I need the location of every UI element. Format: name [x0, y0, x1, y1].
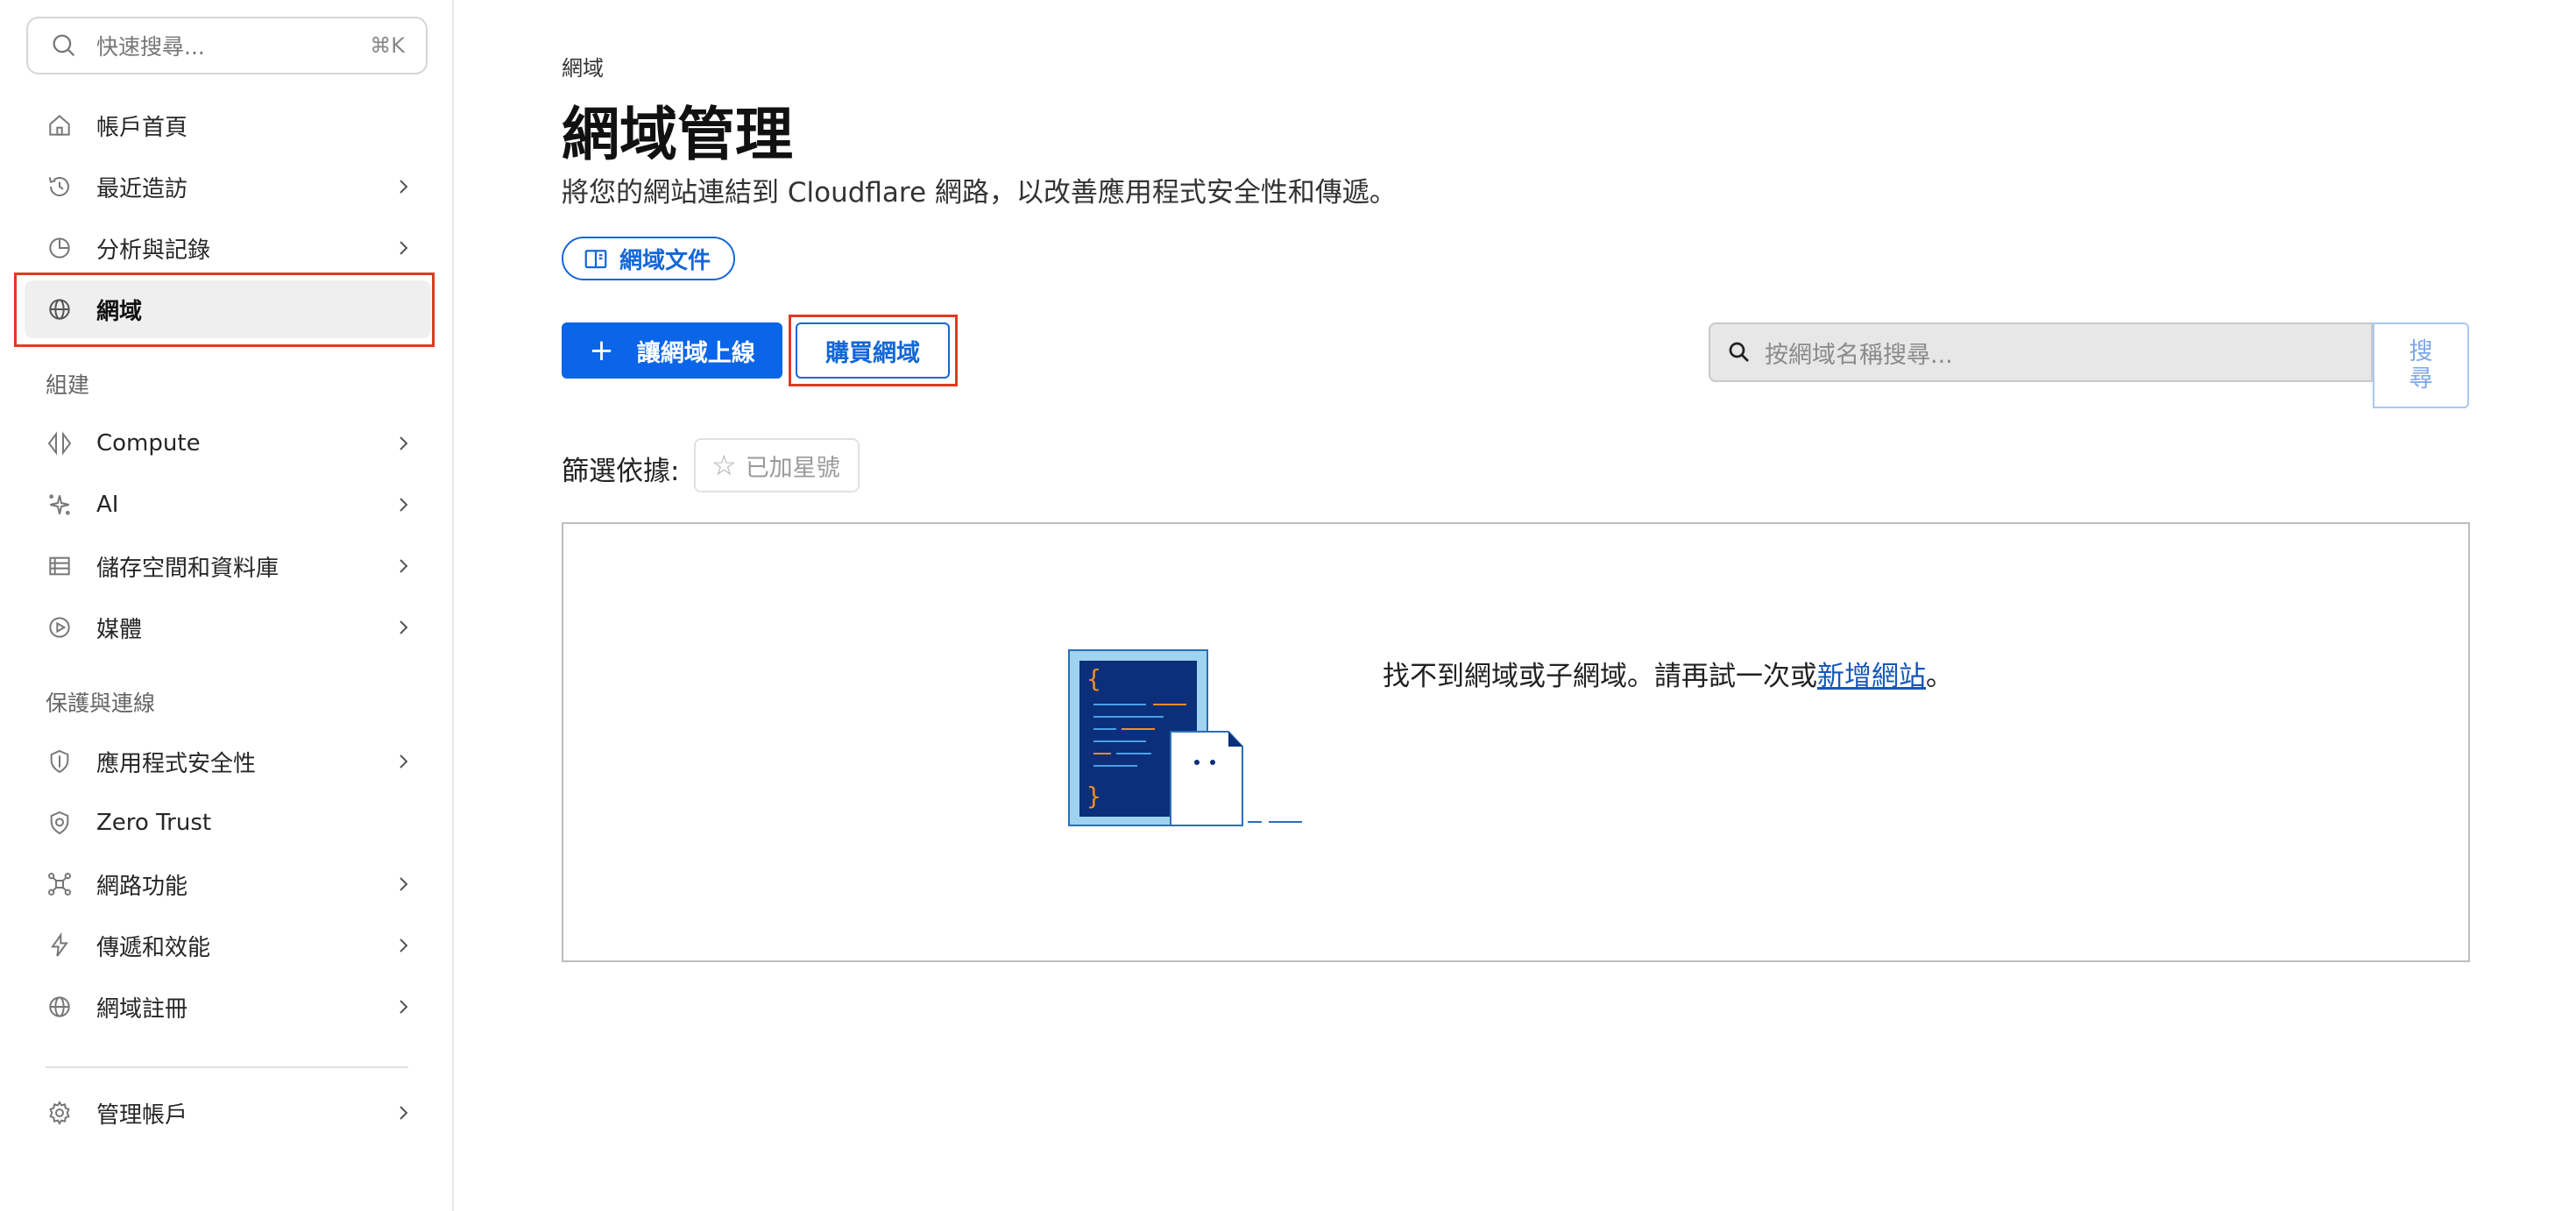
buy-domain-button[interactable]: 購買網域 — [796, 322, 950, 379]
home-icon — [49, 115, 70, 136]
domain-docs-button[interactable]: 網域文件 — [562, 237, 736, 280]
sidebar-item-registrar[interactable]: 網域註冊 — [25, 978, 431, 1036]
page-title: 網域管理 — [562, 101, 793, 168]
sidebar-item-label: 分析與記錄 — [96, 237, 211, 264]
pie-chart-icon — [49, 237, 70, 258]
search-submit-label-2: 尋 — [2409, 365, 2433, 393]
plus-icon: + — [589, 333, 614, 368]
star-icon: ☆ — [711, 449, 737, 482]
sidebar-item-label: 媒體 — [96, 616, 143, 643]
search-submit-button[interactable]: 搜 尋 — [2373, 322, 2469, 408]
database-icon — [49, 556, 70, 576]
sidebar-item-media[interactable]: 媒體 — [25, 598, 431, 656]
empty-state-message: 找不到網域或子網域。請再試一次或新增網站。 — [1383, 654, 1953, 693]
history-icon — [48, 177, 69, 196]
breadcrumb[interactable]: 網域 — [562, 51, 604, 81]
sidebar-divider — [46, 1066, 408, 1068]
sidebar-item-recent[interactable]: 最近造訪 — [25, 158, 431, 216]
domain-search-placeholder: 按網域名稱搜尋... — [1765, 341, 1953, 369]
sidebar-item-label: 最近造訪 — [96, 175, 188, 202]
play-icon — [49, 617, 70, 638]
chevron-right-icon — [400, 877, 408, 891]
empty-state-text: 找不到網域或子網域。請再試一次或 — [1383, 661, 1817, 692]
starred-filter-chip[interactable]: ☆ 已加星號 — [694, 438, 860, 492]
sidebar-item-storage[interactable]: 儲存空間和資料庫 — [25, 537, 431, 595]
chevron-right-icon — [400, 938, 408, 953]
sidebar-item-label: Compute — [96, 430, 201, 457]
gear-icon — [49, 1101, 70, 1125]
svg-text:{: { — [1086, 664, 1101, 693]
shortcut-hint: ⌘K — [370, 33, 405, 58]
sidebar-item-app-security[interactable]: 應用程式安全性 — [25, 733, 431, 790]
domain-search-input[interactable]: 按網域名稱搜尋... — [1709, 322, 2373, 382]
sidebar-item-analytics[interactable]: 分析與記錄 — [25, 219, 431, 277]
sidebar-item-ai[interactable]: AI — [25, 476, 431, 534]
sparkle-icon — [49, 494, 70, 515]
domains-highlight-box — [14, 273, 435, 347]
empty-state-suffix: 。 — [1926, 661, 1953, 692]
quick-search-input[interactable]: 快速搜尋... ⌘K — [26, 17, 428, 74]
starred-filter-label: 已加星號 — [745, 454, 840, 482]
page-description: 將您的網站連結到 Cloudflare 網路，以改善應用程式安全性和傳遞。 — [562, 177, 1397, 209]
chevron-right-icon — [400, 180, 408, 194]
add-site-link[interactable]: 新增網站 — [1817, 661, 1926, 692]
search-icon — [53, 34, 75, 57]
sidebar-item-delivery[interactable]: 傳遞和效能 — [25, 917, 431, 974]
search-icon — [1729, 342, 1749, 362]
network-icon — [48, 873, 71, 896]
sidebar-item-label: 應用程式安全性 — [96, 750, 257, 777]
empty-state-panel: { } 找不到網域或子網域。請再試一次或新增網站。 — [562, 522, 2470, 962]
sidebar-item-label: AI — [96, 492, 119, 518]
zero-trust-icon — [50, 811, 69, 835]
sidebar-item-label: 管理帳戶 — [96, 1101, 188, 1129]
sidebar: 快速搜尋... ⌘K 帳戶首頁 最近造訪 分析與記錄 網域 組建 Compute… — [0, 0, 454, 1211]
chevron-right-icon — [400, 241, 408, 255]
domain-docs-label: 網域文件 — [619, 247, 711, 274]
chevron-right-icon — [400, 498, 408, 512]
filter-label: 篩選依據: — [562, 456, 680, 487]
sidebar-item-manage-account[interactable]: 管理帳戶 — [25, 1084, 431, 1142]
sidebar-item-label: Zero Trust — [96, 810, 212, 836]
section-label-build: 組建 — [46, 372, 90, 398]
search-submit-label-1: 搜 — [2409, 337, 2433, 365]
book-icon — [584, 250, 607, 269]
sidebar-item-label: 帳戶首頁 — [96, 114, 188, 141]
chevron-right-icon — [400, 559, 408, 573]
sidebar-item-network[interactable]: 網路功能 — [25, 855, 431, 913]
main-content: 網域 網域管理 將您的網站連結到 Cloudflare 網路，以改善應用程式安全… — [456, 0, 2576, 1211]
globe-icon — [49, 996, 70, 1017]
chevron-right-icon — [400, 436, 408, 450]
quick-search-placeholder: 快速搜尋... — [96, 34, 205, 60]
compute-icon — [47, 431, 72, 456]
section-label-protect: 保護與連線 — [46, 690, 156, 716]
sidebar-item-zero-trust[interactable]: Zero Trust — [25, 794, 431, 852]
empty-code-illustration: { } — [1068, 649, 1302, 826]
chevron-right-icon — [400, 1000, 408, 1014]
onboard-domain-button[interactable]: + 讓網域上線 — [562, 322, 782, 379]
chevron-right-icon — [400, 1106, 408, 1120]
chevron-right-icon — [400, 620, 408, 634]
bolt-icon — [51, 931, 68, 957]
sidebar-item-label: 網路功能 — [96, 873, 188, 900]
svg-text:}: } — [1086, 782, 1101, 811]
onboard-domain-label: 讓網域上線 — [636, 339, 755, 367]
sidebar-item-account-home[interactable]: 帳戶首頁 — [25, 96, 431, 154]
sidebar-item-compute[interactable]: Compute — [25, 414, 431, 472]
chevron-right-icon — [400, 754, 408, 768]
sidebar-item-label: 網域註冊 — [96, 995, 188, 1023]
shield-icon — [50, 749, 69, 774]
sidebar-item-label: 儲存空間和資料庫 — [96, 555, 280, 582]
sidebar-item-label: 傳遞和效能 — [96, 934, 211, 961]
